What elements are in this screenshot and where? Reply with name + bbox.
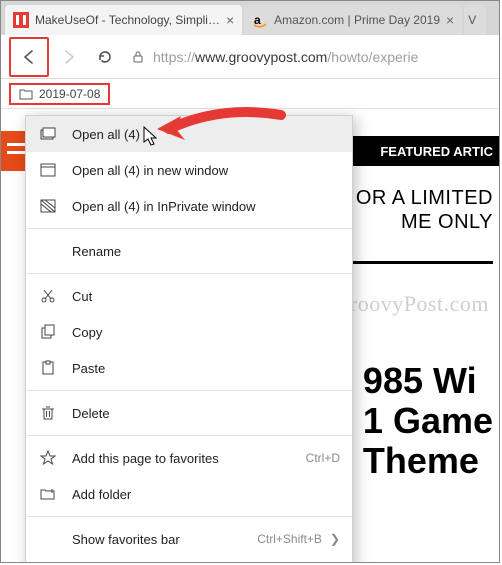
menu-separator [26,390,352,391]
address-bar[interactable]: https://www.groovypost.com/howto/experie [125,42,491,72]
menu-label: Show favorites bar [72,532,249,547]
cut-icon [38,286,58,306]
menu-open-all-new-window[interactable]: Open all (4) in new window [26,152,352,188]
tab-title: MakeUseOf - Technology, Simpli… [35,13,220,27]
menu-separator [26,516,352,517]
menu-label: Open all (4) in InPrivate window [72,199,340,214]
forward-button[interactable] [53,41,85,73]
menu-rename[interactable]: Rename [26,233,352,269]
favorites-folder[interactable]: 2019-07-08 [9,83,110,105]
back-button[interactable] [13,41,45,73]
star-plus-icon [38,448,58,468]
favorites-bar: 2019-07-08 [1,79,499,109]
menu-label: Open all (4) in new window [72,163,340,178]
window-icon [38,160,58,180]
tab-overflow[interactable]: V [464,5,486,35]
menu-cut[interactable]: Cut [26,278,352,314]
menu-label: Cut [72,289,340,304]
refresh-button[interactable] [89,41,121,73]
chevron-right-icon: ❯ [330,532,340,546]
url-path: /howto/experie [327,49,418,65]
tabs-icon [38,124,58,144]
menu-add-folder[interactable]: Add folder [26,476,352,512]
menu-shortcut: Ctrl+Shift+B [257,532,322,546]
menu-label: Copy [72,325,340,340]
watermark: groovyPost.com [338,291,489,317]
menu-manage-favorites[interactable]: Manage favorites Ctrl+Shift+O [26,557,352,563]
menu-label: Delete [72,406,340,421]
folder-icon [19,88,33,100]
close-icon[interactable]: × [226,12,234,28]
paste-icon [38,358,58,378]
url-host: www.groovypost.com [195,49,327,65]
menu-label: Add this page to favorites [72,451,298,466]
folder-plus-icon [38,484,58,504]
url-scheme: https:// [153,49,195,65]
close-icon[interactable]: × [446,12,454,28]
highlight-box-back [9,37,49,77]
menu-copy[interactable]: Copy [26,314,352,350]
menu-label: Paste [72,361,340,376]
menu-separator [26,435,352,436]
menu-open-all[interactable]: Open all (4) [26,116,352,152]
menu-label: Open all (4) [72,127,340,142]
promo-text: OR A LIMITED ME ONLY [356,186,493,234]
menu-separator [26,228,352,229]
menu-open-all-inprivate[interactable]: Open all (4) in InPrivate window [26,188,352,224]
context-menu: Open all (4) Open all (4) in new window … [25,115,353,563]
headline: 985 Wi 1 Game Theme [363,361,493,481]
menu-separator [26,273,352,274]
tab-title: V [468,13,482,27]
copy-icon [38,322,58,342]
blank-icon [38,241,58,261]
tab-strip: MakeUseOf - Technology, Simpli… × a Amaz… [1,1,499,35]
menu-paste[interactable]: Paste [26,350,352,386]
toolbar: https://www.groovypost.com/howto/experie [1,35,499,79]
trash-icon [38,403,58,423]
menu-label: Add folder [72,487,340,502]
folder-name: 2019-07-08 [39,87,100,101]
tab-makeuseof[interactable]: MakeUseOf - Technology, Simpli… × [5,5,242,35]
tab-title: Amazon.com | Prime Day 2019 [274,13,440,27]
menu-label: Rename [72,244,340,259]
blank-icon [38,529,58,549]
lock-icon [131,50,145,64]
menu-show-favorites-bar[interactable]: Show favorites bar Ctrl+Shift+B ❯ [26,521,352,557]
menu-shortcut: Ctrl+D [306,451,340,465]
menu-add-page-to-favorites[interactable]: Add this page to favorites Ctrl+D [26,440,352,476]
inprivate-icon [38,196,58,216]
tab-amazon[interactable]: a Amazon.com | Prime Day 2019 × [244,5,462,35]
favicon-amazon: a [252,12,268,28]
favicon-makeuseof [13,12,29,28]
menu-delete[interactable]: Delete [26,395,352,431]
